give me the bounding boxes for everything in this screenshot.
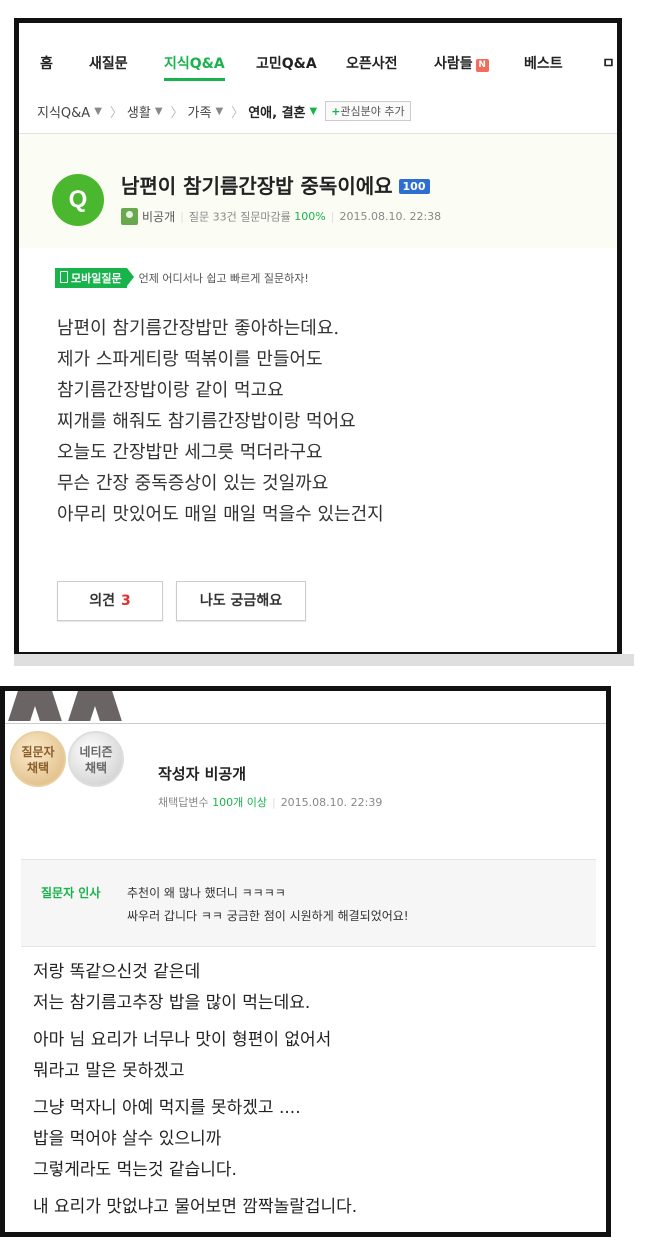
close-rate: 100% xyxy=(294,210,326,223)
nav-new-question[interactable]: 새질문 xyxy=(89,53,128,73)
breadcrumb: 지식Q&A ▼ 〉 생활 ▼ 〉 가족 ▼ 〉 연애, 결혼 ▼ +관심분야 추가 xyxy=(37,101,411,127)
divider: | xyxy=(271,796,276,809)
netizen-choice-medal-icon: 네티즌 채택 xyxy=(68,731,124,787)
chevron-right-icon: 〉 xyxy=(109,105,123,121)
phone-icon xyxy=(60,271,68,283)
answer-screenshot: 질문자 채택 네티즌 채택 작성자 비공개 채택답변수 100개 이상 | 2015… xyxy=(0,686,611,1237)
divider: | xyxy=(330,210,335,223)
mobile-question-tag: 모바일질문 xyxy=(55,268,134,288)
chevron-right-icon: 〉 xyxy=(231,105,245,121)
question-title-text: 남편이 참기름간장밥 중독이에요 xyxy=(121,174,393,198)
mobile-question-banner: 모바일질문 언제 어디서나 쉽고 빠르게 질문하자! xyxy=(55,268,309,288)
top-nav: 홈 새질문 지식Q&A 고민Q&A 오픈사전 사람들 N 베스트 ㅁ xyxy=(19,23,617,93)
answer-body: 저랑 똑같으신것 같은데 저는 참기름고추장 밥을 많이 먹는데요. 아마 님 … xyxy=(33,957,357,1223)
opinion-button[interactable]: 의견 3 xyxy=(57,581,163,621)
answer-meta-label: 채택답변수 xyxy=(158,796,209,809)
asker-greeting-box: 질문자 인사 추천이 왜 많나 했더니 ㅋㅋㅋㅋ 싸우러 갑니다 ㅋㅋ 궁금한 … xyxy=(21,859,596,947)
new-badge: N xyxy=(475,59,489,72)
nav-more[interactable]: ㅁ xyxy=(602,53,615,73)
nav-people-label: 사람들 xyxy=(434,56,473,72)
opinion-count: 3 xyxy=(121,593,131,609)
mobile-banner-text: 언제 어디서나 쉽고 빠르게 질문하자! xyxy=(138,272,309,285)
me-too-curious-button[interactable]: 나도 궁금해요 xyxy=(176,581,306,621)
opinion-label: 의견 xyxy=(89,593,115,609)
nav-people[interactable]: 사람들 N xyxy=(434,53,489,73)
breadcrumb-current[interactable]: 연애, 결혼 ▼ xyxy=(248,102,321,121)
nav-worry-qa[interactable]: 고민Q&A xyxy=(256,53,317,73)
answer-body-line: 아마 님 요리가 너무나 맛이 형편이 없어서 xyxy=(33,1030,332,1050)
question-meta: 비공개 | 질문 33건 질문마감률 100% | 2015.08.10. 22:38 xyxy=(121,208,441,225)
answer-meta-value: 100개 이상 xyxy=(212,796,267,809)
breadcrumb-item[interactable]: 생활 xyxy=(127,102,151,121)
mobile-tag-label: 모바일질문 xyxy=(71,272,122,285)
answer-date: 2015.08.10. 22:39 xyxy=(280,796,383,809)
greeting-label: 질문자 인사 xyxy=(41,886,101,900)
answer-body-line: 내 요리가 맛없냐고 물어보면 깜짝놀랄겁니다. xyxy=(33,1197,358,1217)
question-body-line: 찌개를 해줘도 참기름간장밥이랑 먹어요 xyxy=(57,411,356,432)
divider xyxy=(5,723,606,724)
chevron-down-icon[interactable]: ▼ xyxy=(155,106,163,117)
chevron-down-icon[interactable]: ▼ xyxy=(215,106,223,117)
chevron-down-icon: ▼ xyxy=(309,105,318,117)
answer-body-line: 그냥 먹자니 아예 먹지를 못하겠고 .... xyxy=(33,1098,301,1118)
avatar xyxy=(121,208,138,225)
author-name[interactable]: 비공개 xyxy=(142,210,175,224)
breadcrumb-current-label: 연애, 결혼 xyxy=(248,105,306,121)
nav-home[interactable]: 홈 xyxy=(40,53,53,73)
divider xyxy=(14,654,634,666)
answer-body-line: 저는 참기름고추장 밥을 많이 먹는데요. xyxy=(33,993,311,1013)
question-body-line: 제가 스파게티랑 떡볶이를 만들어도 xyxy=(57,349,323,370)
question-body-line: 오늘도 간장밥만 세그릇 먹더라구요 xyxy=(57,442,323,463)
nav-best[interactable]: 베스트 xyxy=(524,53,563,73)
question-body-line: 남편이 참기름간장밥만 좋아하는데요. xyxy=(57,318,340,339)
question-title: 남편이 참기름간장밥 중독이에요 100 xyxy=(121,170,430,199)
medal-line2: 채택 xyxy=(84,761,108,775)
ribbon-shape xyxy=(90,691,122,721)
question-stats-label: 질문 33건 질문마감률 xyxy=(188,210,291,224)
medal-line2: 채택 xyxy=(26,761,50,775)
nav-knowledge-qa[interactable]: 지식Q&A xyxy=(164,53,225,81)
add-interest-label: 관심분야 추가 xyxy=(340,105,405,118)
question-body-line: 아무리 맛있어도 매일 매일 먹을수 있는건지 xyxy=(57,504,384,525)
question-q-icon: Q xyxy=(52,174,104,226)
greeting-text: 싸우러 갑니다 ㅋㅋ 궁금한 점이 시원하게 해결되었어요! xyxy=(127,909,409,923)
answer-meta: 채택답변수 100개 이상 | 2015.08.10. 22:39 xyxy=(158,794,382,810)
question-header: Q 남편이 참기름간장밥 중독이에요 100 비공개 | 질문 33건 질문마감률 1… xyxy=(19,134,617,248)
breadcrumb-item[interactable]: 가족 xyxy=(188,102,212,121)
nav-open-dictionary[interactable]: 오픈사전 xyxy=(346,53,398,73)
greeting-text: 추천이 왜 많나 했더니 ㅋㅋㅋㅋ xyxy=(127,886,286,900)
asker-choice-medal-icon: 질문자 채택 xyxy=(10,731,66,787)
question-body-line: 무슨 간장 중독증상이 있는 것일까요 xyxy=(57,473,329,494)
chevron-down-icon[interactable]: ▼ xyxy=(94,106,102,117)
chevron-right-icon: 〉 xyxy=(170,105,184,121)
breadcrumb-item[interactable]: 지식Q&A xyxy=(37,102,90,121)
medal-line1: 네티즌 xyxy=(79,745,113,759)
question-screenshot: 홈 새질문 지식Q&A 고민Q&A 오픈사전 사람들 N 베스트 ㅁ 지식Q&A ▼… xyxy=(14,18,622,657)
medal-line1: 질문자 xyxy=(21,745,55,759)
divider: | xyxy=(180,210,184,223)
question-body-line: 참기름간장밥이랑 같이 먹고요 xyxy=(57,380,284,401)
answer-body-line: 밥을 먹어야 살수 있으니까 xyxy=(33,1129,222,1149)
score-badge: 100 xyxy=(398,179,430,194)
plus-icon: + xyxy=(331,104,341,118)
answer-body-line: 뭐라고 말은 못하겠고 xyxy=(33,1061,185,1081)
add-interest-button[interactable]: +관심분야 추가 xyxy=(325,101,411,121)
question-body: 남편이 참기름간장밥만 좋아하는데요. 제가 스파게티랑 떡볶이를 만들어도 참… xyxy=(57,313,384,530)
answer-body-line: 그렇게라도 먹는것 같습니다. xyxy=(33,1160,237,1180)
answer-body-line: 저랑 똑같으신것 같은데 xyxy=(33,962,201,982)
answer-author: 작성자 비공개 xyxy=(158,765,247,783)
ribbon-shape xyxy=(30,691,62,721)
question-date: 2015.08.10. 22:38 xyxy=(339,210,442,223)
